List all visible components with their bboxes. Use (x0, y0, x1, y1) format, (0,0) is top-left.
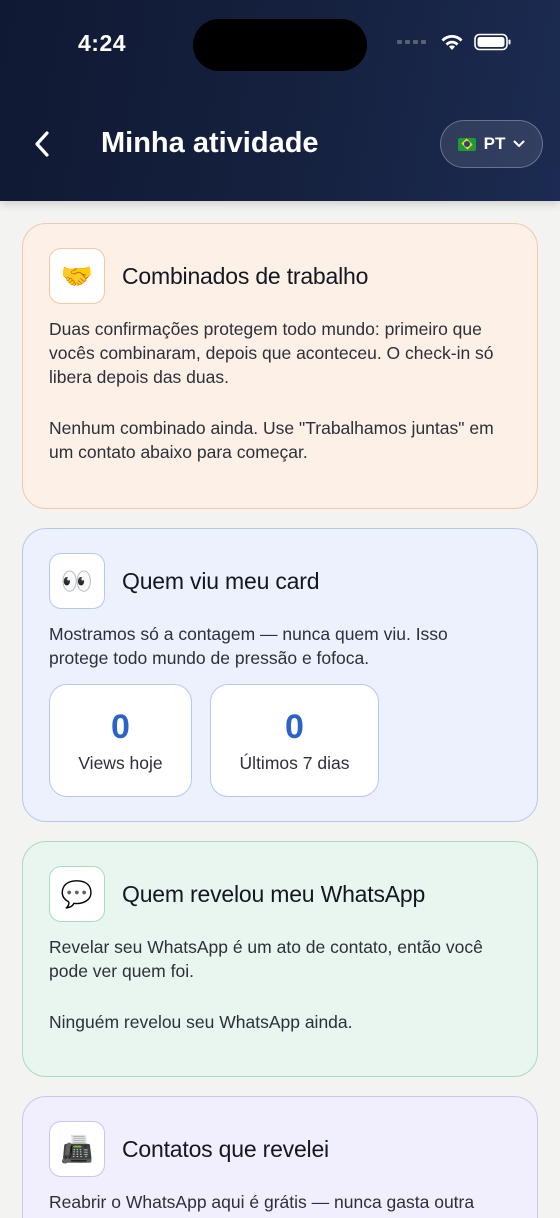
empty-state-text: Nenhum combinado ainda. Use "Trabalhamos… (49, 418, 494, 462)
dynamic-island (193, 19, 367, 71)
fax-icon: 📠 (49, 1121, 105, 1177)
stat-views-7-days: 0 Últimos 7 dias (210, 684, 379, 797)
handshake-icon: 🤝 (49, 248, 105, 304)
stat-value: 0 (285, 708, 304, 746)
view-stats: 0 Views hoje 0 Últimos 7 dias (49, 684, 511, 797)
card-title: Quem viu meu card (122, 567, 320, 594)
stat-label: Últimos 7 dias (239, 753, 350, 773)
card-title: Quem revelou meu WhatsApp (122, 880, 426, 907)
card-description: Reabrir o WhatsApp aqui é grátis — nunca… (49, 1192, 475, 1212)
back-button[interactable] (22, 124, 62, 164)
wifi-icon (441, 35, 463, 50)
speech-bubble-icon: 💬 (49, 866, 105, 922)
agreements-card: 🤝 Combinados de trabalho Duas confirmaçõ… (22, 223, 538, 509)
card-description: Duas confirmações protegem todo mundo: p… (49, 319, 494, 387)
cellular-signal-icon (397, 40, 426, 44)
views-card: 👀 Quem viu meu card Mostramos só a conta… (22, 528, 538, 822)
eyes-icon: 👀 (49, 553, 105, 609)
status-icons (397, 33, 512, 51)
page-title: Minha atividade (101, 127, 319, 159)
empty-state-text: Ninguém revelou seu WhatsApp ainda. (49, 1012, 353, 1032)
battery-icon (474, 33, 511, 51)
language-selector[interactable]: PT (440, 120, 543, 168)
chevron-down-icon (513, 140, 525, 147)
brazil-flag-icon (457, 137, 476, 151)
chevron-left-icon (35, 131, 49, 157)
card-title: Contatos que revelei (122, 1135, 329, 1162)
stat-label: Views hoje (78, 753, 163, 773)
status-time: 4:24 (78, 30, 127, 56)
card-description: Revelar seu WhatsApp é um ato de contato… (49, 937, 483, 981)
card-title: Combinados de trabalho (122, 262, 369, 289)
stat-views-today: 0 Views hoje (49, 684, 192, 797)
whatsapp-reveals-card: 💬 Quem revelou meu WhatsApp Revelar seu … (22, 841, 538, 1077)
app-header: 4:24 Minha atividade PT (0, 0, 560, 201)
revealed-contacts-card: 📠 Contatos que revelei Reabrir o WhatsAp… (22, 1096, 538, 1218)
stat-value: 0 (111, 708, 130, 746)
language-code: PT (483, 134, 506, 153)
card-description: Mostramos só a contagem — nunca quem viu… (49, 624, 448, 668)
